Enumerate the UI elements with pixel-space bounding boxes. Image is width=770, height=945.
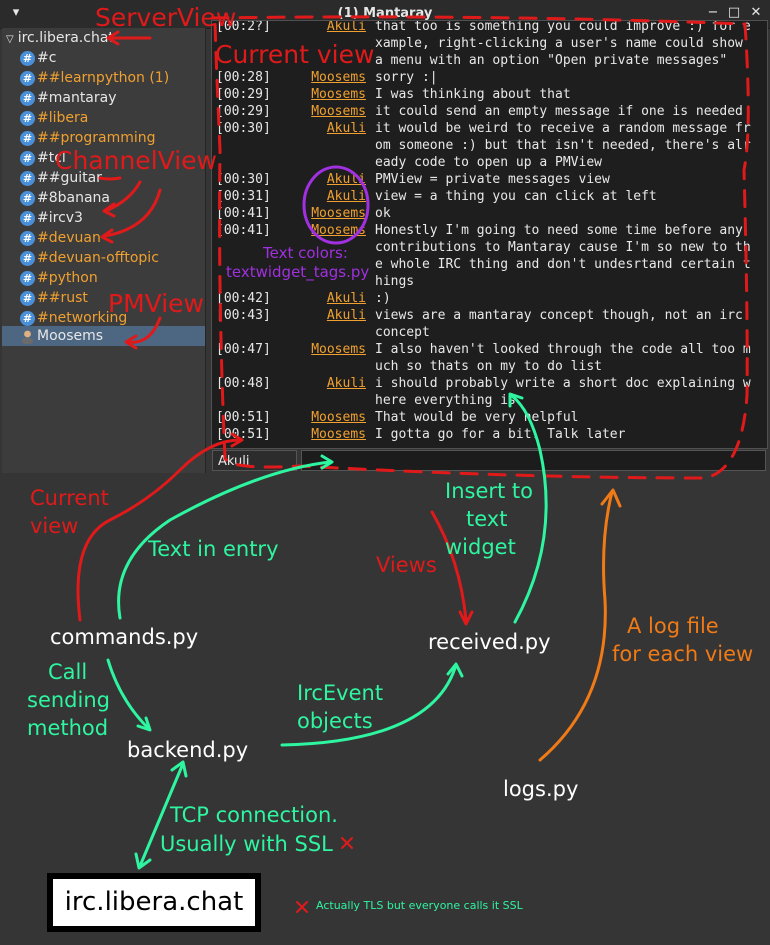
text-in-entry-label: Text in entry	[148, 537, 279, 561]
insert-label-3: widget	[445, 535, 516, 559]
log-file-label-1: A log file	[627, 614, 719, 638]
call-label-3: method	[27, 716, 109, 740]
tcp-label-2: Usually with SSL	[160, 832, 333, 856]
received-py-node: received.py	[428, 630, 551, 654]
commands-py-node: commands.py	[50, 625, 199, 649]
current-view-label-2: view	[30, 514, 79, 538]
call-label-1: Call	[48, 660, 88, 684]
textwidget-tags-annotation: textwidget_tags.py	[226, 263, 370, 281]
serverview-annotation: ServerView	[95, 3, 237, 32]
text-colors-annotation: Text colors:	[263, 244, 348, 262]
ircevent-label-2: objects	[297, 709, 373, 733]
insert-label-2: text	[466, 507, 508, 531]
views-label: Views	[376, 553, 437, 577]
channelview-annotation: ChannelView	[55, 146, 217, 175]
current-view-annotation: Current view	[215, 40, 375, 69]
logs-py-node: logs.py	[503, 777, 579, 801]
log-file-label-2: for each view	[612, 642, 754, 666]
current-view-label-1: Current	[30, 486, 109, 510]
irc-server-node: irc.libera.chat	[47, 873, 261, 932]
tcp-label-1: TCP connection.	[170, 803, 338, 827]
annotation-arrows	[76, 15, 750, 913]
pmview-annotation: PMView	[108, 289, 204, 318]
backend-py-node: backend.py	[127, 738, 249, 762]
insert-label-1: Insert to	[445, 479, 533, 503]
tls-footnote: Actually TLS but everyone calls it SSL	[316, 899, 523, 912]
ircevent-label-1: IrcEvent	[297, 681, 384, 705]
call-label-2: sending	[27, 688, 110, 712]
